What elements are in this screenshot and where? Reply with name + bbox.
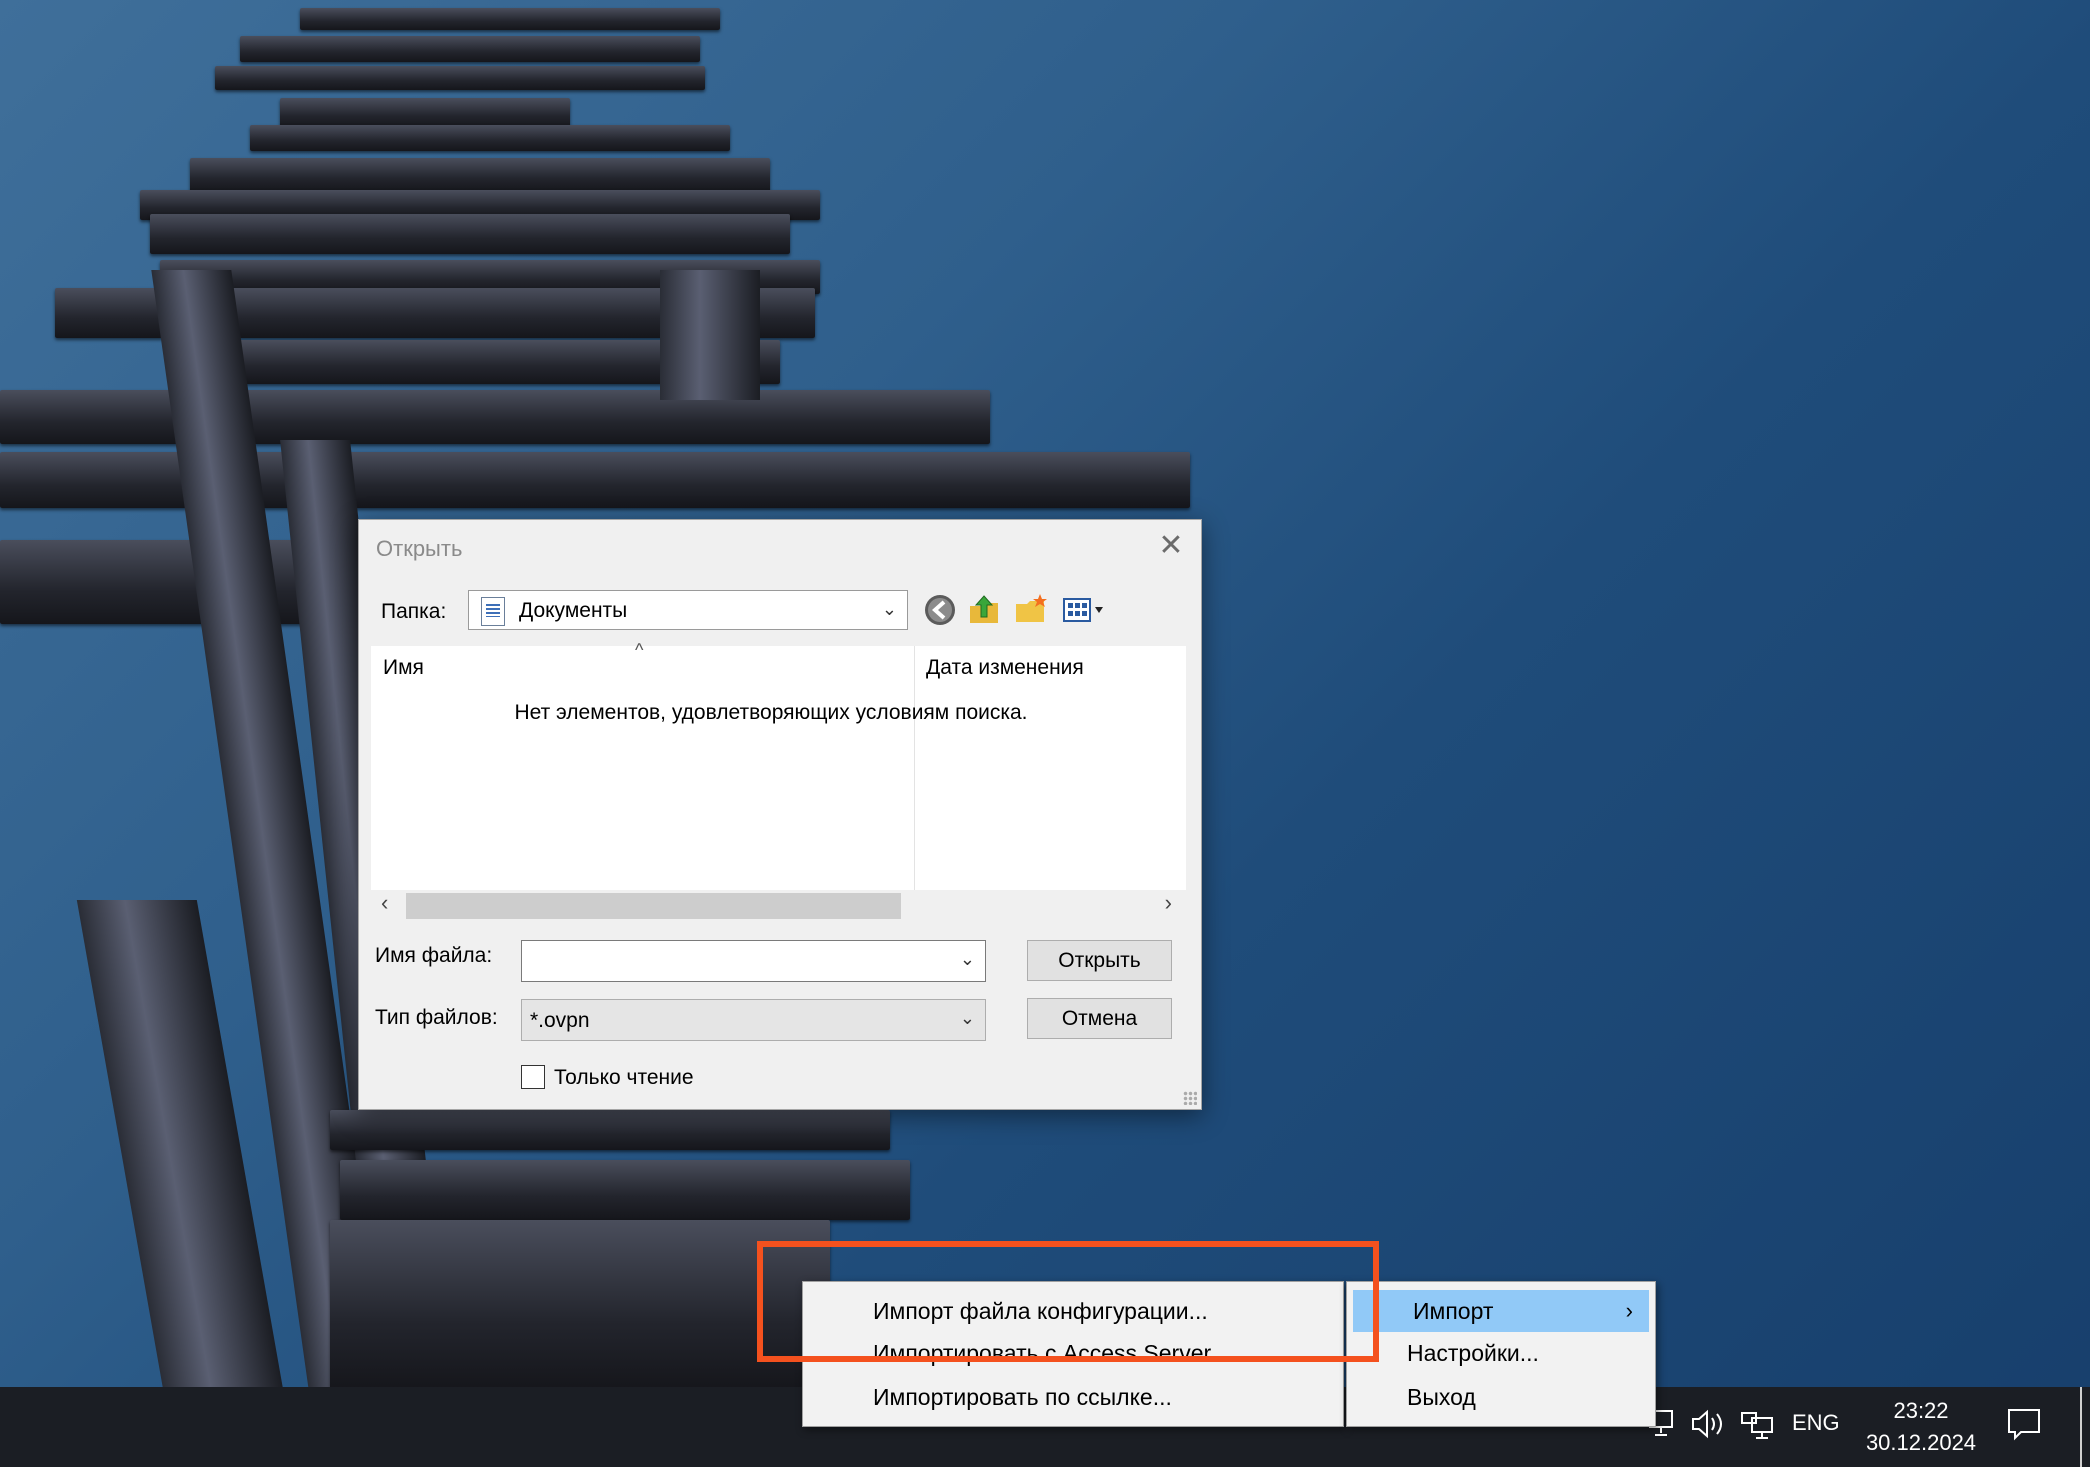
filetype-dropdown[interactable]: *.ovpn ⌄ [521, 999, 986, 1041]
chevron-down-icon: ⌄ [959, 1008, 975, 1028]
horizontal-scrollbar[interactable]: ‹ › [371, 890, 1186, 920]
notification-icon[interactable] [2006, 1407, 2042, 1447]
network-icon[interactable] [1740, 1409, 1776, 1447]
column-separator[interactable] [914, 646, 915, 891]
scroll-thumb[interactable] [406, 893, 901, 919]
filetype-label: Тип файлов: [375, 1006, 498, 1029]
chevron-down-icon: ⌄ [881, 599, 897, 619]
menu-item-exit[interactable]: Выход [1347, 1376, 1655, 1418]
up-folder-icon[interactable] [966, 592, 1002, 628]
menu-item-import[interactable]: Импорт › [1353, 1290, 1649, 1332]
menu-item-label: Выход [1407, 1384, 1476, 1410]
menu-item-import-config-file[interactable]: Импорт файла конфигурации... [803, 1290, 1343, 1332]
filetype-value: *.ovpn [530, 1009, 590, 1032]
file-list[interactable]: ^ Имя Дата изменения Нет элементов, удов… [371, 640, 1186, 918]
chevron-down-icon[interactable]: ⌄ [960, 949, 975, 970]
cancel-button[interactable]: Отмена [1027, 998, 1172, 1039]
folder-dropdown[interactable]: Документы ⌄ [468, 590, 908, 630]
empty-message: Нет элементов, удовлетворяющих условиям … [514, 701, 1028, 724]
filename-input[interactable]: ⌄ [521, 940, 986, 982]
show-desktop-edge[interactable] [2080, 1387, 2082, 1467]
menu-item-import-access-server[interactable]: Импортировать с Access Server... [803, 1332, 1343, 1374]
menu-item-import-url[interactable]: Импортировать по ссылке... [803, 1376, 1343, 1418]
readonly-checkbox[interactable] [521, 1065, 545, 1089]
scroll-left-icon[interactable]: ‹ [381, 890, 388, 916]
open-file-dialog: Открыть ✕ Папка: Документы ⌄ ^ Имя Дата … [358, 519, 1202, 1110]
sort-arrow-icon: ^ [635, 640, 644, 660]
column-date-header[interactable]: Дата изменения [926, 656, 1084, 680]
tray-context-menu: Импорт › Настройки... Выход [1346, 1281, 1656, 1427]
resize-grip[interactable] [1183, 1091, 1197, 1105]
volume-icon[interactable] [1690, 1409, 1726, 1445]
view-menu-icon[interactable] [1061, 592, 1113, 628]
folder-value: Документы [519, 599, 628, 622]
column-name-header[interactable]: Имя [383, 656, 424, 680]
clock-time: 23:22 [1893, 1398, 1949, 1423]
menu-item-settings[interactable]: Настройки... [1347, 1332, 1655, 1374]
folder-label: Папка: [381, 600, 447, 623]
new-folder-icon[interactable] [1013, 592, 1049, 628]
readonly-label: Только чтение [554, 1066, 694, 1089]
menu-item-label: Импорт файла конфигурации... [873, 1298, 1208, 1324]
clock[interactable]: 23:22 30.12.2024 [1846, 1395, 1996, 1459]
scroll-right-icon[interactable]: › [1165, 890, 1172, 916]
clock-date: 30.12.2024 [1865, 1430, 1977, 1455]
documents-folder-icon [481, 597, 505, 626]
chevron-right-icon: › [1625, 1298, 1633, 1323]
dialog-title: Открыть [376, 536, 463, 561]
menu-item-label: Импортировать с Access Server... [873, 1340, 1230, 1366]
menu-item-label: Импортировать по ссылке... [873, 1384, 1172, 1410]
import-submenu: Импорт файла конфигурации... Импортирова… [802, 1281, 1344, 1427]
menu-item-label: Импорт [1413, 1298, 1494, 1324]
menu-item-label: Настройки... [1407, 1340, 1539, 1366]
close-icon[interactable]: ✕ [1155, 530, 1187, 562]
language-indicator[interactable]: ENG [1792, 1410, 1840, 1436]
open-button[interactable]: Открыть [1027, 940, 1172, 981]
back-icon[interactable] [922, 592, 958, 628]
filename-label: Имя файла: [375, 944, 493, 967]
